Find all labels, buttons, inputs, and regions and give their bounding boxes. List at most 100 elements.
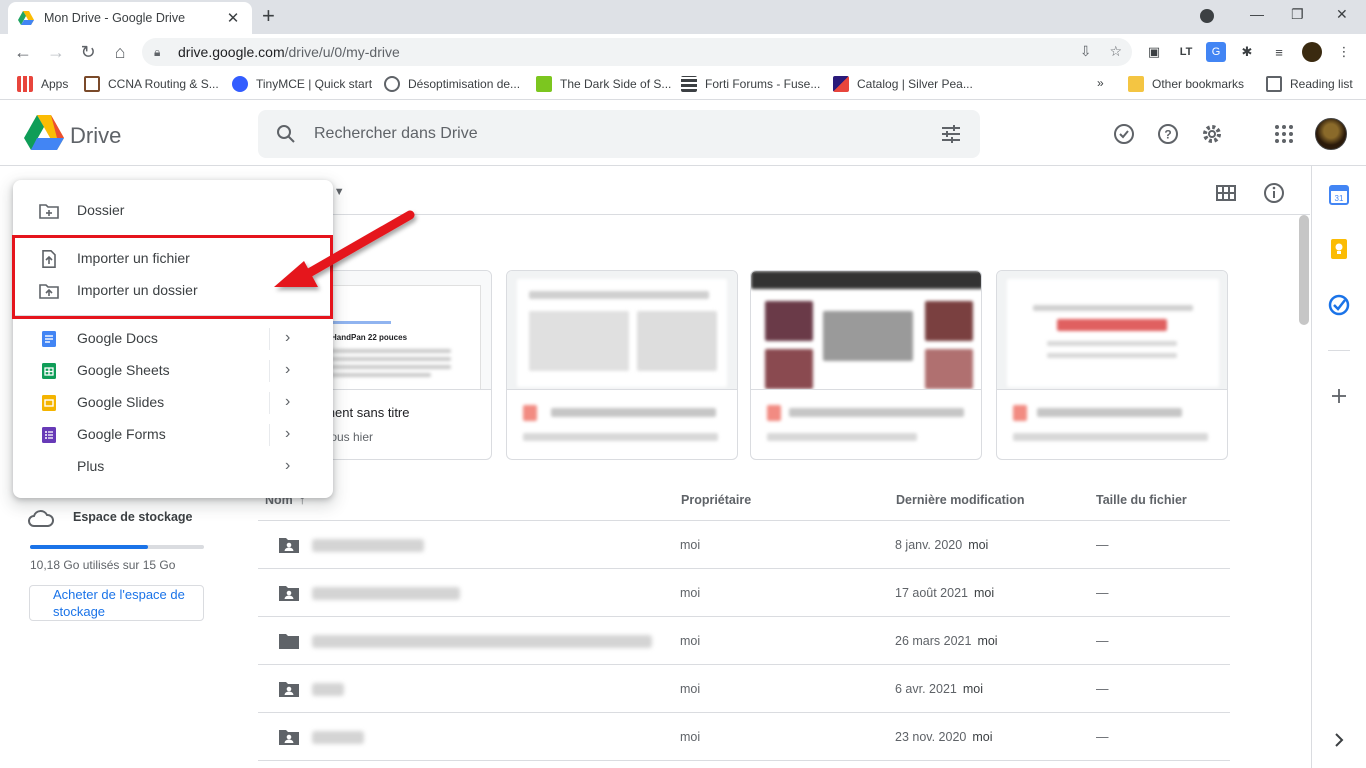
lock-icon: 🔒︎ [154,44,161,59]
file-size: — [1096,682,1109,696]
bookmark-other[interactable]: Other bookmarks [1128,76,1244,92]
search-bar [258,110,980,158]
storage-label[interactable]: Espace de stockage [73,510,193,524]
new-tab-button[interactable]: + [262,5,275,27]
bookmarks-overflow-icon[interactable]: » [1097,76,1104,90]
extensions-puzzle-icon[interactable]: ✱ [1237,42,1257,62]
file-name-redacted [312,731,364,744]
bookmark-apps[interactable]: Apps [17,76,68,92]
reading-list[interactable]: Reading list [1266,76,1353,92]
grid-view-icon[interactable] [1215,182,1237,204]
folder-icon [1128,76,1144,92]
shared-folder-icon [279,538,299,553]
file-size: — [1096,538,1109,552]
extension-cube-icon[interactable]: ▣ [1144,42,1164,62]
forward-icon[interactable]: → [45,41,67,63]
chevron-right-icon[interactable]: › [285,393,290,411]
menu-item-google-forms[interactable]: Google Forms › [13,419,333,451]
settings-gear-icon[interactable] [1200,122,1224,146]
bookmark-star-icon[interactable]: ☆ [1109,43,1122,60]
card-thumbnail [997,271,1227,390]
file-size: — [1096,730,1109,744]
browser-menu-icon[interactable]: ⋮ [1334,42,1354,62]
bookmark-desoptimisation[interactable]: Désoptimisation de... [384,76,520,92]
window-close-icon[interactable]: ✕ [1336,6,1348,23]
keep-icon[interactable] [1328,238,1350,260]
buy-storage-button[interactable]: Acheter de l'espace de stockage [29,585,204,621]
drive-header: Drive ? [0,101,1366,166]
shared-folder-icon [279,586,299,601]
file-modified: 17 août 2021 moi [895,586,995,600]
drive-logo-icon[interactable] [24,115,64,151]
file-name-redacted [312,587,460,600]
media-control-icon[interactable]: ≡ [1269,42,1289,62]
chevron-right-icon[interactable]: › [285,425,290,443]
file-name-redacted [312,683,344,696]
chevron-right-icon[interactable]: › [285,329,290,347]
url-path: /drive/u/0/my-drive [284,44,400,60]
file-size: — [1096,634,1109,648]
menu-item-more[interactable]: Plus › [13,451,333,483]
search-icon[interactable] [276,124,296,144]
browser-toolbar: ← → ↻ ⌂ 🔒︎ drive.google.com/drive/u/0/my… [0,34,1366,70]
quick-access-card[interactable] [750,270,982,460]
calendar-icon[interactable]: 31 [1328,184,1350,206]
table-row[interactable]: moi 6 avr. 2021 moi — [258,665,1230,713]
url-host: drive.google.com [178,44,285,60]
info-icon[interactable] [1263,182,1285,204]
dark-side-favicon-icon [536,76,552,92]
menu-item-google-docs[interactable]: Google Docs › [13,323,333,355]
drive-favicon-icon [18,11,34,25]
bookmark-dark-side[interactable]: The Dark Side of S... [536,76,671,92]
menu-item-google-slides[interactable]: Google Slides › [13,387,333,419]
table-row[interactable]: moi 23 nov. 2020 moi — [258,713,1230,761]
restore-icon[interactable]: ❐ [1291,6,1304,23]
table-row[interactable]: moi 17 août 2021 moi — [258,569,1230,617]
google-apps-grid-icon[interactable] [1272,122,1296,146]
back-icon[interactable]: ← [12,41,34,63]
bookmark-tinymce[interactable]: TinyMCE | Quick start [232,76,372,92]
apps-grid-icon [17,76,33,92]
bookmark-forti-forums[interactable]: Forti Forums - Fuse... [681,76,820,92]
card-doc-heading: HandPan 22 pouces [331,333,408,342]
quick-access-card[interactable] [996,270,1228,460]
globe-icon [384,76,400,92]
profile-menu-icon[interactable] [1200,9,1214,23]
column-modified-header[interactable]: Dernière modification [896,493,1025,507]
search-input[interactable] [314,122,914,146]
add-addon-icon[interactable] [1328,385,1350,407]
profile-avatar-icon[interactable] [1302,42,1322,62]
tab-close-icon[interactable]: ✕ [224,9,242,27]
chevron-right-icon[interactable]: › [285,361,290,379]
search-options-icon[interactable] [940,124,962,144]
menu-item-label: Google Docs [77,330,158,346]
file-name-redacted [312,539,424,552]
reload-icon[interactable]: ↻ [77,41,99,63]
bookmark-ccna[interactable]: CCNA Routing & S... [84,76,219,92]
side-panel: 31 [1311,166,1366,768]
offline-ready-icon[interactable] [1112,122,1136,146]
minimize-icon[interactable]: — [1250,6,1264,22]
main-scrollbar[interactable] [1299,215,1309,325]
file-owner: moi [680,730,701,744]
translate-icon[interactable]: G [1206,42,1226,62]
file-owner: moi [680,538,701,552]
home-icon[interactable]: ⌂ [109,41,131,63]
table-row[interactable]: moi 26 mars 2021 moi — [258,617,1230,665]
chevron-right-icon[interactable]: › [285,457,290,475]
table-row[interactable]: moi 8 janv. 2020 moi — [258,521,1230,569]
quick-access-card[interactable] [506,270,738,460]
expand-panel-chevron-icon[interactable] [1328,729,1350,751]
drive-brand[interactable]: Drive [70,123,121,149]
browser-tab[interactable]: Mon Drive - Google Drive ✕ [8,2,252,34]
menu-item-google-sheets[interactable]: Google Sheets › [13,355,333,387]
bookmarks-bar: Apps CCNA Routing & S... TinyMCE | Quick… [0,70,1366,100]
address-bar[interactable]: 🔒︎ drive.google.com/drive/u/0/my-drive ⇩… [142,38,1132,66]
account-avatar[interactable] [1315,118,1347,150]
help-icon[interactable]: ? [1156,122,1180,146]
bookmark-catalog[interactable]: Catalog | Silver Pea... [833,76,973,92]
menu-item-label: Google Forms [77,426,166,442]
extension-lt-icon[interactable]: LT [1176,42,1196,62]
tasks-icon[interactable] [1328,294,1350,316]
install-icon[interactable]: ⇩ [1080,43,1092,60]
